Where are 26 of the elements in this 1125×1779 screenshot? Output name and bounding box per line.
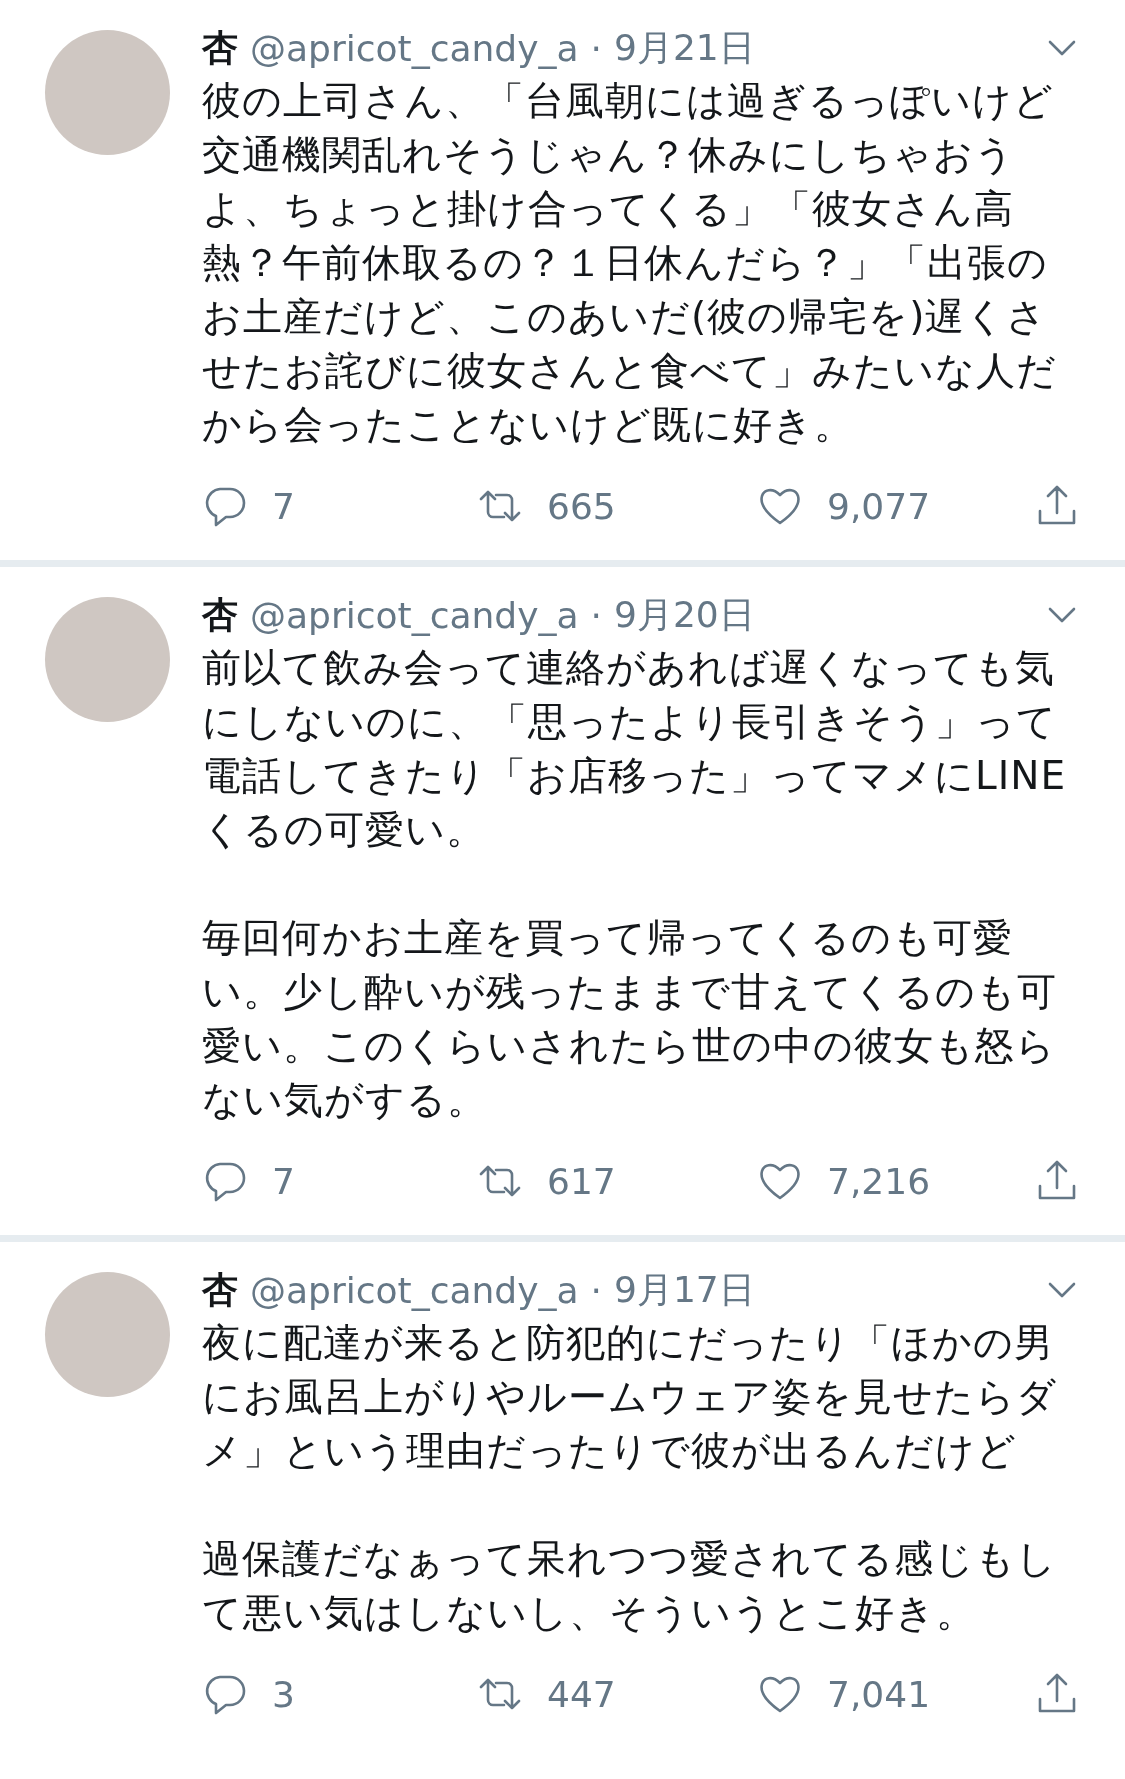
tweet-text: 過保護だなぁって呆れつつ愛されてる感じもして悪い気はしないし、そういうとこ好き。 bbox=[202, 1535, 1058, 1637]
retweet-count: 665 bbox=[547, 485, 616, 527]
tweet-text: 前以て飲み会って連絡があれば遅くなっても気にしないのに、「思ったより長引きそう」って電話してきたり「お店移った」ってマメにLINEくるの可愛い。 bbox=[202, 644, 1068, 854]
retweet-count: 617 bbox=[547, 1160, 616, 1202]
tweet-text: 毎回何かお土産を買って帰ってくるのも可愛い。少し酔いが残ったままで甘えてくるのも可愛い。このくらいされたら世の中の彼女も怒らない気がする。 bbox=[202, 914, 1058, 1124]
separator-dot: · bbox=[590, 594, 602, 636]
user-name: 杏 bbox=[202, 592, 238, 637]
user-handle: @apricot_candy_a bbox=[250, 594, 579, 636]
tweet-date: 9月17日 bbox=[614, 1267, 755, 1312]
user-handle: @apricot_candy_a bbox=[250, 27, 579, 69]
tweet-date: 9月20日 bbox=[614, 592, 755, 637]
separator-dot: · bbox=[590, 27, 602, 69]
tweet-text: 夜に配達が来ると防犯的にだったり「ほかの男にお風呂上がりやルームウェア姿を見せたらダメ」という理由だったりで彼が出るんだけど bbox=[202, 1319, 1058, 1475]
like-count: 7,216 bbox=[827, 1160, 931, 1202]
user-handle: @apricot_candy_a bbox=[250, 1269, 579, 1311]
user-name: 杏 bbox=[202, 25, 238, 70]
separator-dot: · bbox=[590, 1269, 602, 1311]
user-name: 杏 bbox=[202, 1267, 238, 1312]
like-count: 9,077 bbox=[827, 485, 931, 527]
reply-count: 3 bbox=[272, 1673, 295, 1715]
like-count: 7,041 bbox=[827, 1673, 931, 1715]
reply-count: 7 bbox=[272, 1160, 295, 1202]
tweet-date: 9月21日 bbox=[614, 25, 755, 70]
tweet-text: 彼の上司さん、「台風朝には過ぎるっぽいけど交通機関乱れそうじゃん？休みにしちゃおうよ、ちょっと掛け合ってくる」「彼女さん高熱？午前休取るの？１日休んだら？」「出張のお土産だけど、このあいだ(彼の帰宅を)遅くさせたお詫びに彼女さんと食べて」みたいな人だから会ったことないけど既に好き。 bbox=[202, 77, 1058, 449]
reply-count: 7 bbox=[272, 485, 295, 527]
retweet-count: 447 bbox=[547, 1673, 616, 1715]
